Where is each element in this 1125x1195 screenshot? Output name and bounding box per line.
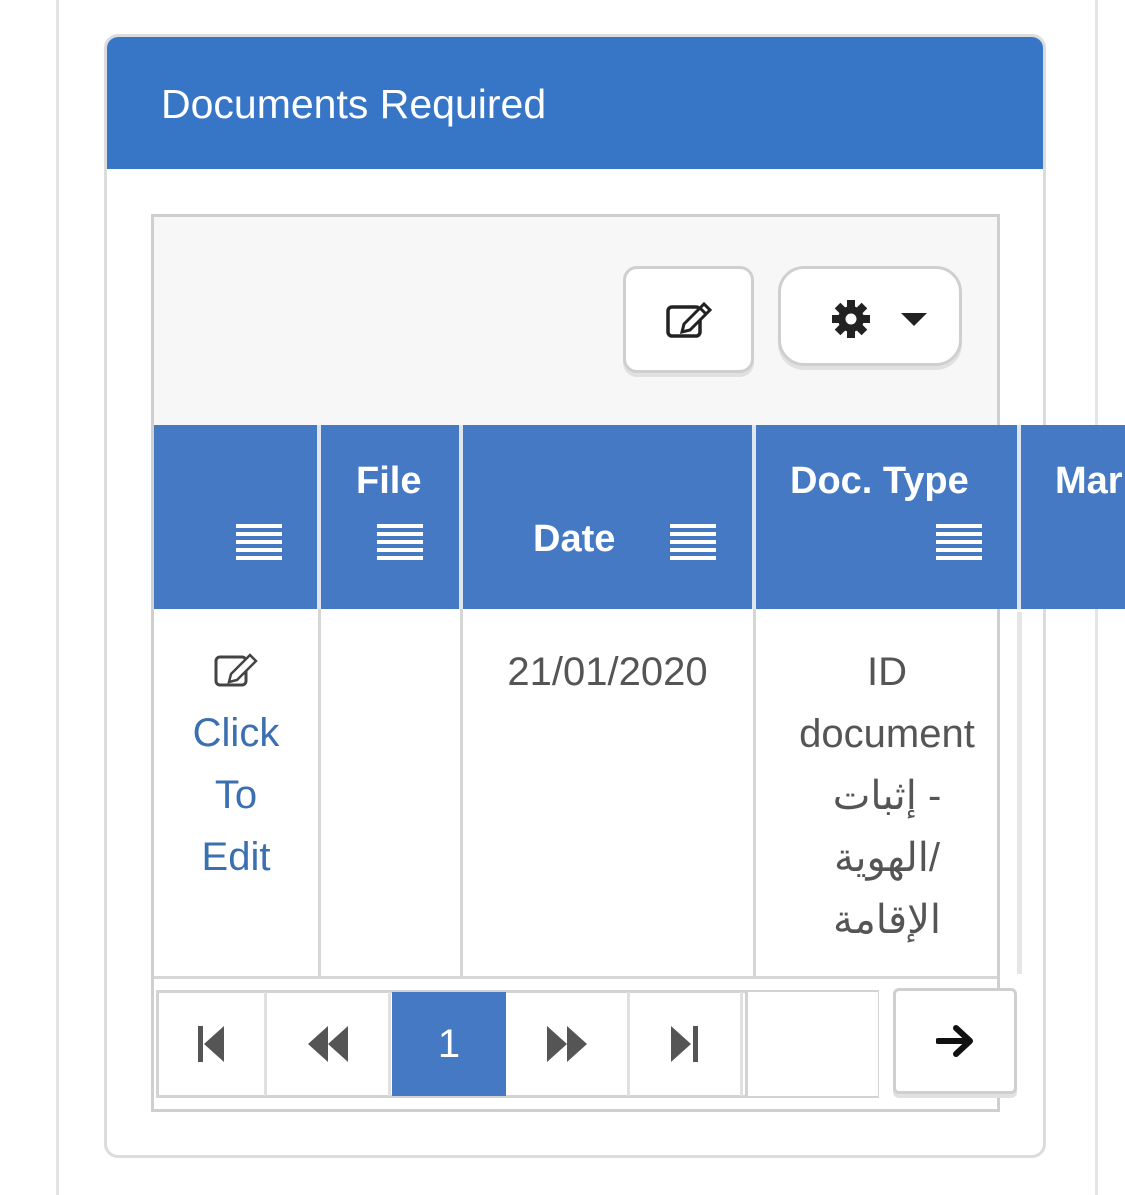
- row-divider: [753, 609, 756, 976]
- header-divider: [317, 425, 321, 609]
- settings-dropdown-button[interactable]: [778, 266, 962, 366]
- double-chevron-left-icon: [307, 1026, 348, 1062]
- next-page-button[interactable]: [506, 992, 630, 1096]
- arrow-right-icon: [936, 1025, 973, 1057]
- last-page-icon: [671, 1026, 698, 1062]
- caret-down-icon: [901, 313, 927, 326]
- table-header-row: [154, 425, 1125, 609]
- column-menu-icon[interactable]: [377, 524, 423, 564]
- horizontal-scroll-edge[interactable]: [1017, 612, 1022, 974]
- row-divider: [460, 609, 463, 976]
- panel-heading: Documents Required: [107, 37, 1043, 169]
- row-doc-type: ID document إثبات - الهوية/ الإقامة: [758, 641, 1016, 951]
- edit-link-line[interactable]: Click: [160, 702, 312, 764]
- toolbar-edit-button[interactable]: [623, 266, 754, 373]
- go-to-page-button[interactable]: [893, 988, 1017, 1094]
- prev-page-button[interactable]: [267, 992, 391, 1096]
- column-menu-icon[interactable]: [670, 524, 716, 564]
- edit-link-line[interactable]: Edit: [160, 826, 312, 888]
- row-date: 21/01/2020: [507, 650, 708, 694]
- doc-type-line: document: [799, 712, 975, 756]
- doc-type-line: الهوية/: [833, 836, 941, 880]
- row-divider: [318, 609, 321, 976]
- first-page-button[interactable]: [159, 992, 267, 1096]
- last-page-button[interactable]: [630, 992, 743, 1096]
- header-mandatory[interactable]: Mar: [1055, 460, 1123, 503]
- header-doc-type[interactable]: Doc. Type: [790, 460, 969, 503]
- panel-title: Documents Required: [161, 81, 547, 127]
- header-divider: [752, 425, 756, 609]
- column-menu-icon[interactable]: [936, 524, 982, 564]
- table-bottom-border: [154, 976, 997, 979]
- header-file[interactable]: File: [356, 460, 421, 503]
- doc-type-line: إثبات -: [832, 774, 942, 818]
- doc-type-line: الإقامة: [832, 898, 942, 942]
- edit-link-line[interactable]: To: [160, 764, 312, 826]
- edit-icon: [666, 301, 713, 338]
- click-to-edit-link[interactable]: Click To Edit: [160, 702, 312, 888]
- double-chevron-right-icon: [546, 1026, 587, 1062]
- page-number-input[interactable]: [745, 992, 878, 1096]
- header-date[interactable]: Date: [533, 518, 615, 561]
- gear-icon: [832, 300, 870, 338]
- row-edit-icon[interactable]: [214, 651, 260, 689]
- header-divider: [1017, 425, 1021, 609]
- page-border-left: [56, 0, 59, 1195]
- header-divider: [459, 425, 463, 609]
- column-menu-icon[interactable]: [236, 524, 282, 564]
- first-page-icon: [197, 1026, 224, 1062]
- page-number-current[interactable]: 1: [392, 992, 506, 1096]
- doc-type-line: ID: [867, 650, 907, 694]
